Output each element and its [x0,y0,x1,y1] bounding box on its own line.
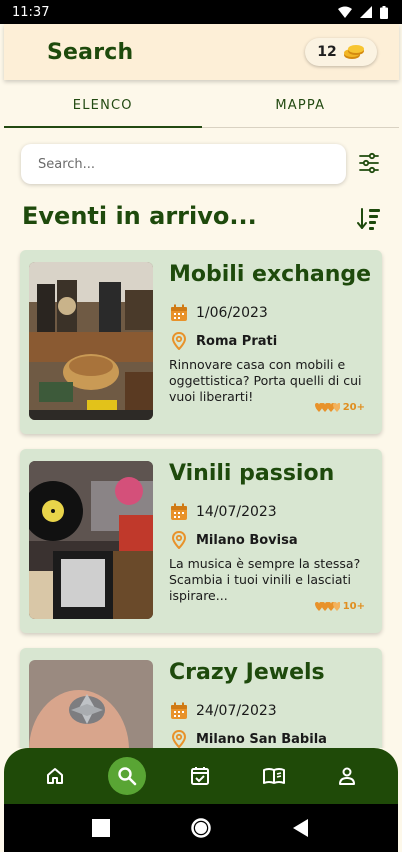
view-tabs: ELENCO MAPPA [4,84,399,128]
coins-icon [343,45,364,59]
event-date-row: 1/06/2023 [170,304,268,322]
system-navigation-bar [4,804,398,852]
filter-icon[interactable] [358,152,380,174]
event-description: Rinnovare casa con mobili e oggettistica… [169,357,362,404]
nav-search[interactable] [108,757,147,795]
signal-icon [360,6,372,18]
nav-profile[interactable] [327,756,367,796]
event-card[interactable]: Crazy Jewels 24/07/2023 Milano San Babil… [20,648,382,748]
event-date: 14/07/2023 [196,504,277,520]
event-place-row: Milano San Babila [170,730,327,748]
nav-calendar[interactable] [180,756,220,796]
event-participants-count: 10+ [342,601,365,612]
back-icon[interactable] [292,819,310,837]
hearts-icon [314,601,340,611]
status-time: 11:37 [12,4,50,20]
event-title: Crazy Jewels [169,660,325,685]
calendar-icon [171,503,187,520]
event-image-vinyl [29,461,153,619]
nav-book[interactable] [254,756,294,796]
nav-home[interactable] [35,756,75,796]
event-participants: 20+ [314,402,365,413]
event-place-row: Milano Bovisa [170,531,298,549]
section-title: Eventi in arrivo... [22,202,257,230]
status-bar: 11:37 [0,0,402,24]
bottom-navigation [4,748,398,804]
book-icon [262,768,285,784]
event-title: Mobili exchange [169,262,372,287]
event-place: Milano Bovisa [196,532,298,548]
event-title: Vinili passion [169,461,335,486]
hearts-icon [314,402,340,412]
person-icon [339,767,356,785]
wifi-icon [338,6,352,18]
calendar-icon [171,702,187,719]
location-pin-icon [171,332,187,350]
event-date-row: 24/07/2023 [170,702,277,720]
calendar-check-icon [190,767,209,785]
event-participants: 10+ [314,601,365,612]
battery-icon [380,5,388,19]
event-participants-count: 20+ [342,402,365,413]
tab-elenco[interactable]: ELENCO [4,84,202,128]
status-icons [338,5,388,19]
event-date: 1/06/2023 [196,305,268,321]
home-circle-icon[interactable] [190,817,212,839]
event-place: Roma Prati [196,333,278,349]
event-card[interactable]: Mobili exchange 1/06/2023 Roma Prati Rin… [20,250,382,434]
coin-count: 12 [317,44,337,60]
sort-icon[interactable] [357,206,381,232]
search-icon [118,767,137,786]
event-image-jewels [29,660,153,748]
event-card[interactable]: Vinili passion 14/07/2023 Milano Bovisa … [20,449,382,633]
calendar-icon [171,304,187,321]
event-image-furniture [29,262,153,420]
event-place: Milano San Babila [196,731,327,747]
event-date: 24/07/2023 [196,703,277,719]
tab-mappa[interactable]: MAPPA [202,84,400,127]
location-pin-icon [171,730,187,748]
app-header: Search 12 [4,24,399,80]
location-pin-icon [171,531,187,549]
event-description: La musica è sempre la stessa? Scambia i … [169,556,361,603]
coin-balance[interactable]: 12 [305,38,377,66]
event-place-row: Roma Prati [170,332,277,350]
home-icon [46,768,63,784]
page-title: Search [47,39,134,65]
search-input[interactable] [21,144,346,184]
event-date-row: 14/07/2023 [170,503,277,521]
recents-icon[interactable] [92,819,110,837]
events-list: Mobili exchange 1/06/2023 Roma Prati Rin… [0,250,402,748]
